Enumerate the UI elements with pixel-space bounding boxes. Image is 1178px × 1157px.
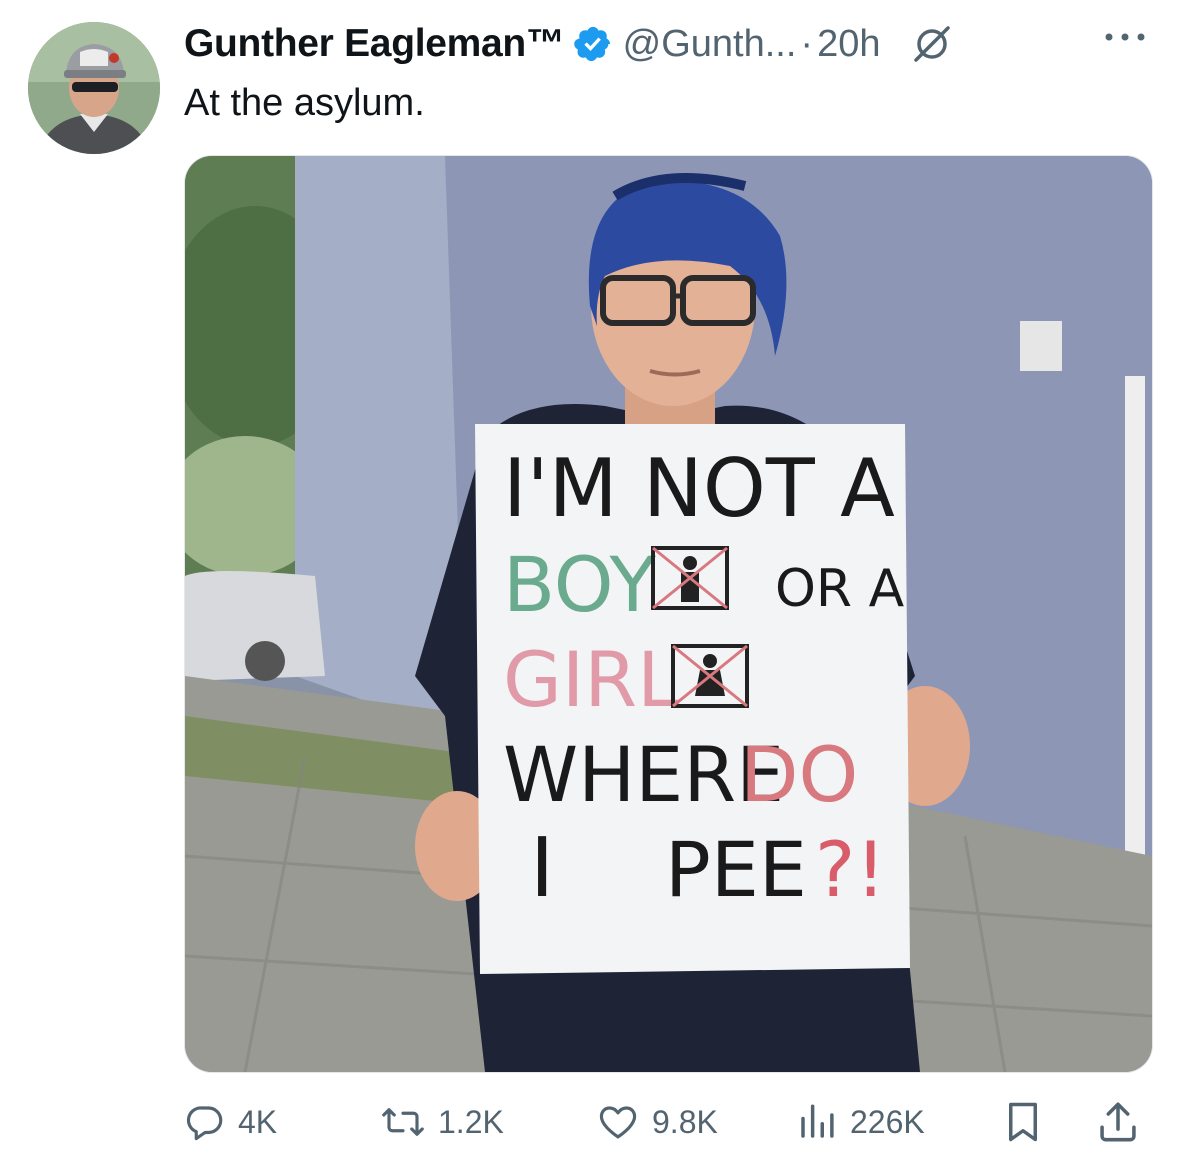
sign-word-pee: PEE bbox=[665, 825, 807, 914]
retweet-button[interactable]: 1.2K bbox=[380, 1095, 504, 1149]
bookmark-icon bbox=[1009, 1102, 1037, 1142]
photo-person-with-sign: I'M NOT A BOY OR A GIRL WHERE DO I PEE ?… bbox=[185, 156, 1152, 1072]
author-handle[interactable]: @Gunth... bbox=[623, 23, 797, 66]
bookmark-button[interactable] bbox=[1002, 1095, 1044, 1149]
reply-icon bbox=[186, 1106, 223, 1141]
sign-line-1: I'M NOT A bbox=[503, 442, 895, 535]
like-icon bbox=[599, 1106, 637, 1139]
sign-word-girl: GIRL bbox=[503, 635, 679, 724]
sign-or-a: OR A bbox=[775, 559, 905, 619]
more-options-icon[interactable] bbox=[1100, 22, 1150, 52]
sign-word-boy: BOY bbox=[503, 540, 656, 629]
grok-icon[interactable] bbox=[910, 22, 954, 66]
share-button[interactable] bbox=[1096, 1095, 1140, 1149]
avatar-image bbox=[28, 22, 160, 154]
time-separator: · bbox=[800, 22, 814, 65]
retweet-icon bbox=[382, 1108, 424, 1136]
share-icon bbox=[1100, 1102, 1136, 1142]
verified-badge-icon[interactable] bbox=[573, 24, 613, 64]
tweet-actions: 4K 1.2K 9.8K 226K bbox=[184, 1095, 1151, 1149]
views-button[interactable]: 226K bbox=[796, 1095, 925, 1149]
reply-button[interactable]: 4K bbox=[184, 1095, 277, 1149]
like-button[interactable]: 9.8K bbox=[596, 1095, 718, 1149]
tweet-media[interactable]: I'M NOT A BOY OR A GIRL WHERE DO I PEE ?… bbox=[184, 155, 1153, 1073]
tweet-header: Gunther Eagleman™ @Gunth... · 20h bbox=[184, 14, 1164, 74]
view-count: 226K bbox=[850, 1103, 925, 1140]
sign-word-i: I bbox=[530, 821, 554, 916]
author-name[interactable]: Gunther Eagleman™ bbox=[184, 22, 565, 66]
views-icon bbox=[801, 1104, 834, 1138]
sign-word-do: DO bbox=[740, 730, 858, 819]
tweet-time[interactable]: 20h bbox=[817, 23, 880, 66]
like-count: 9.8K bbox=[652, 1103, 718, 1140]
author-avatar[interactable] bbox=[28, 22, 160, 154]
tweet-text: At the asylum. bbox=[184, 82, 425, 124]
protest-sign: I'M NOT A BOY OR A GIRL WHERE DO I PEE ?… bbox=[475, 424, 910, 974]
sign-punctuation: ?! bbox=[815, 825, 886, 914]
reply-count: 4K bbox=[238, 1103, 278, 1140]
retweet-count: 1.2K bbox=[438, 1103, 504, 1140]
